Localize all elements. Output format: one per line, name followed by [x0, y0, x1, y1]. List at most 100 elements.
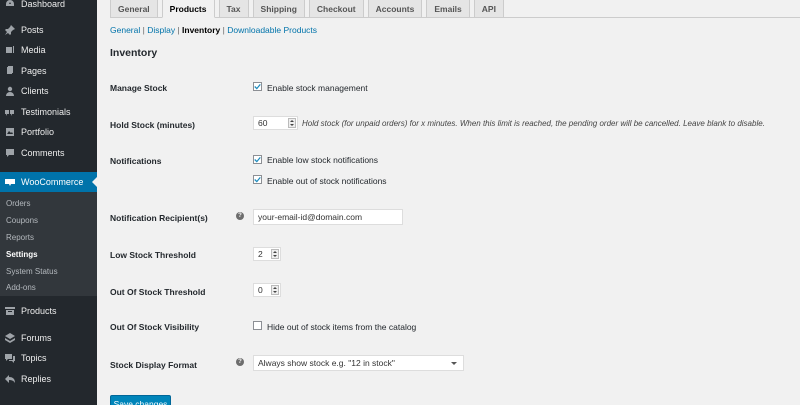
low-stock-threshold-value: 2 [258, 249, 263, 259]
spin-up-icon [273, 287, 277, 289]
menu-portfolio[interactable]: Portfolio [0, 122, 97, 142]
checkmark-icon [254, 176, 261, 183]
tab-checkout[interactable]: Checkout [308, 0, 364, 18]
number-spinner[interactable] [288, 118, 296, 128]
menu-forums-label: Forums [21, 333, 52, 343]
submenu-coupons[interactable]: Coupons [6, 216, 38, 225]
recipient-label: Notification Recipient(s) [110, 213, 208, 223]
woo-icon [5, 177, 15, 187]
hide-out-of-stock-label: Hide out of stock items from the catalog [267, 322, 417, 332]
hold-stock-label: Hold Stock (minutes) [110, 120, 196, 130]
subsection-display[interactable]: Display [147, 25, 175, 35]
user-icon [5, 86, 15, 96]
low-stock-notification-label: Enable low stock notifications [267, 155, 379, 165]
tab-api[interactable]: API [473, 0, 504, 18]
checkmark-icon [254, 83, 261, 90]
menu-media-label: Media [21, 45, 46, 55]
spin-down-icon [290, 124, 294, 126]
menu-forums[interactable]: Forums [0, 328, 97, 348]
out-of-stock-notification-checkbox[interactable] [253, 175, 262, 184]
hold-stock-value: 60 [258, 118, 268, 128]
subsection-general[interactable]: General [110, 25, 140, 35]
stock-display-format-label: Stock Display Format [110, 360, 197, 370]
menu-pages[interactable]: Pages [0, 61, 97, 81]
menu-products[interactable]: Products [0, 301, 97, 321]
stock-display-format-select[interactable]: Always show stock e.g. "12 in stock" [253, 355, 464, 371]
manage-stock-checkbox[interactable] [253, 82, 262, 91]
menu-portfolio-label: Portfolio [21, 127, 55, 137]
subsection-downloadable-products[interactable]: Downloadable Products [227, 25, 317, 35]
topic-icon [5, 353, 15, 363]
forum-icon [5, 333, 15, 343]
menu-posts-label: Posts [21, 25, 44, 35]
comment-icon [5, 148, 15, 158]
archive-icon [5, 306, 15, 316]
menu-comments-label: Comments [21, 148, 65, 158]
submenu-system-status[interactable]: System Status [6, 267, 58, 276]
subsection-inventory: Inventory [182, 25, 221, 35]
tab-tax[interactable]: Tax [218, 0, 249, 18]
menu-woocommerce-label: WooCommerce [21, 177, 84, 187]
pages-icon [5, 66, 15, 76]
save-changes-button[interactable]: Save changes [110, 395, 171, 405]
recipient-input[interactable]: your-email-id@domain.com [253, 209, 403, 225]
low-stock-notification-checkbox[interactable] [253, 155, 262, 164]
pin-icon [5, 25, 15, 35]
help-icon[interactable]: ? [236, 358, 244, 366]
menu-products-label: Products [21, 306, 57, 316]
menu-topics[interactable]: Topics [0, 348, 97, 368]
out-of-stock-threshold-input[interactable]: 0 [253, 283, 281, 297]
help-icon[interactable]: ? [236, 212, 244, 220]
manage-stock-label: Manage Stock [110, 83, 168, 93]
spin-up-icon [273, 251, 277, 253]
hide-out-of-stock-checkbox[interactable] [253, 321, 262, 330]
menu-comments[interactable]: Comments [0, 143, 97, 163]
portfolio-icon [5, 127, 15, 137]
checkmark-icon [254, 156, 261, 163]
tab-general[interactable]: General [110, 0, 158, 18]
number-spinner[interactable] [271, 249, 279, 259]
menu-posts[interactable]: Posts [0, 20, 97, 40]
menu-media[interactable]: Media [0, 40, 97, 60]
out-of-stock-threshold-label: Out Of Stock Threshold [110, 287, 206, 297]
hold-stock-description: Hold stock (for unpaid orders) for x min… [302, 119, 765, 128]
tab-accounts[interactable]: Accounts [367, 0, 423, 18]
tab-emails[interactable]: Emails [426, 0, 470, 18]
hold-stock-input[interactable]: 60 [253, 116, 298, 130]
submenu-reports[interactable]: Reports [6, 233, 34, 242]
menu-testimonials-label: Testimonials [21, 107, 71, 117]
out-of-stock-threshold-value: 0 [258, 285, 263, 295]
menu-replies[interactable]: Replies [0, 369, 97, 389]
menu-pages-label: Pages [21, 66, 47, 76]
dashboard-icon [5, 0, 15, 9]
submenu-settings[interactable]: Settings [6, 250, 38, 259]
tab-shipping[interactable]: Shipping [252, 0, 305, 18]
submenu-orders[interactable]: Orders [6, 199, 30, 208]
stock-display-format-value: Always show stock e.g. "12 in stock" [258, 358, 395, 368]
menu-clients[interactable]: Clients [0, 81, 97, 101]
settings-tabs: General Products Tax Shipping Checkout A… [110, 0, 508, 18]
low-stock-threshold-label: Low Stock Threshold [110, 250, 196, 260]
notifications-label: Notifications [110, 156, 162, 166]
manage-stock-checkbox-label: Enable stock management [267, 83, 368, 93]
menu-dashboard-label: Dashboard [21, 0, 66, 9]
menu-dashboard[interactable]: Dashboard [0, 0, 97, 14]
visibility-label: Out Of Stock Visibility [110, 322, 200, 332]
menu-topics-label: Topics [21, 353, 47, 363]
spin-down-icon [273, 291, 277, 293]
low-stock-threshold-input[interactable]: 2 [253, 247, 281, 261]
spin-up-icon [290, 120, 294, 122]
submenu-add-ons[interactable]: Add-ons [6, 283, 36, 292]
menu-woocommerce[interactable]: WooCommerce [0, 172, 97, 192]
out-of-stock-notification-label: Enable out of stock notifications [267, 176, 387, 186]
menu-replies-label: Replies [21, 374, 52, 384]
tab-products[interactable]: Products [161, 0, 215, 18]
quote-icon [5, 107, 15, 117]
chevron-down-icon [451, 362, 457, 365]
media-icon [5, 45, 15, 55]
spin-down-icon [273, 255, 277, 257]
number-spinner[interactable] [271, 285, 279, 295]
menu-testimonials[interactable]: Testimonials [0, 102, 97, 122]
woocommerce-submenu: Orders Coupons Reports Settings System S… [0, 192, 97, 296]
menu-clients-label: Clients [21, 86, 49, 96]
